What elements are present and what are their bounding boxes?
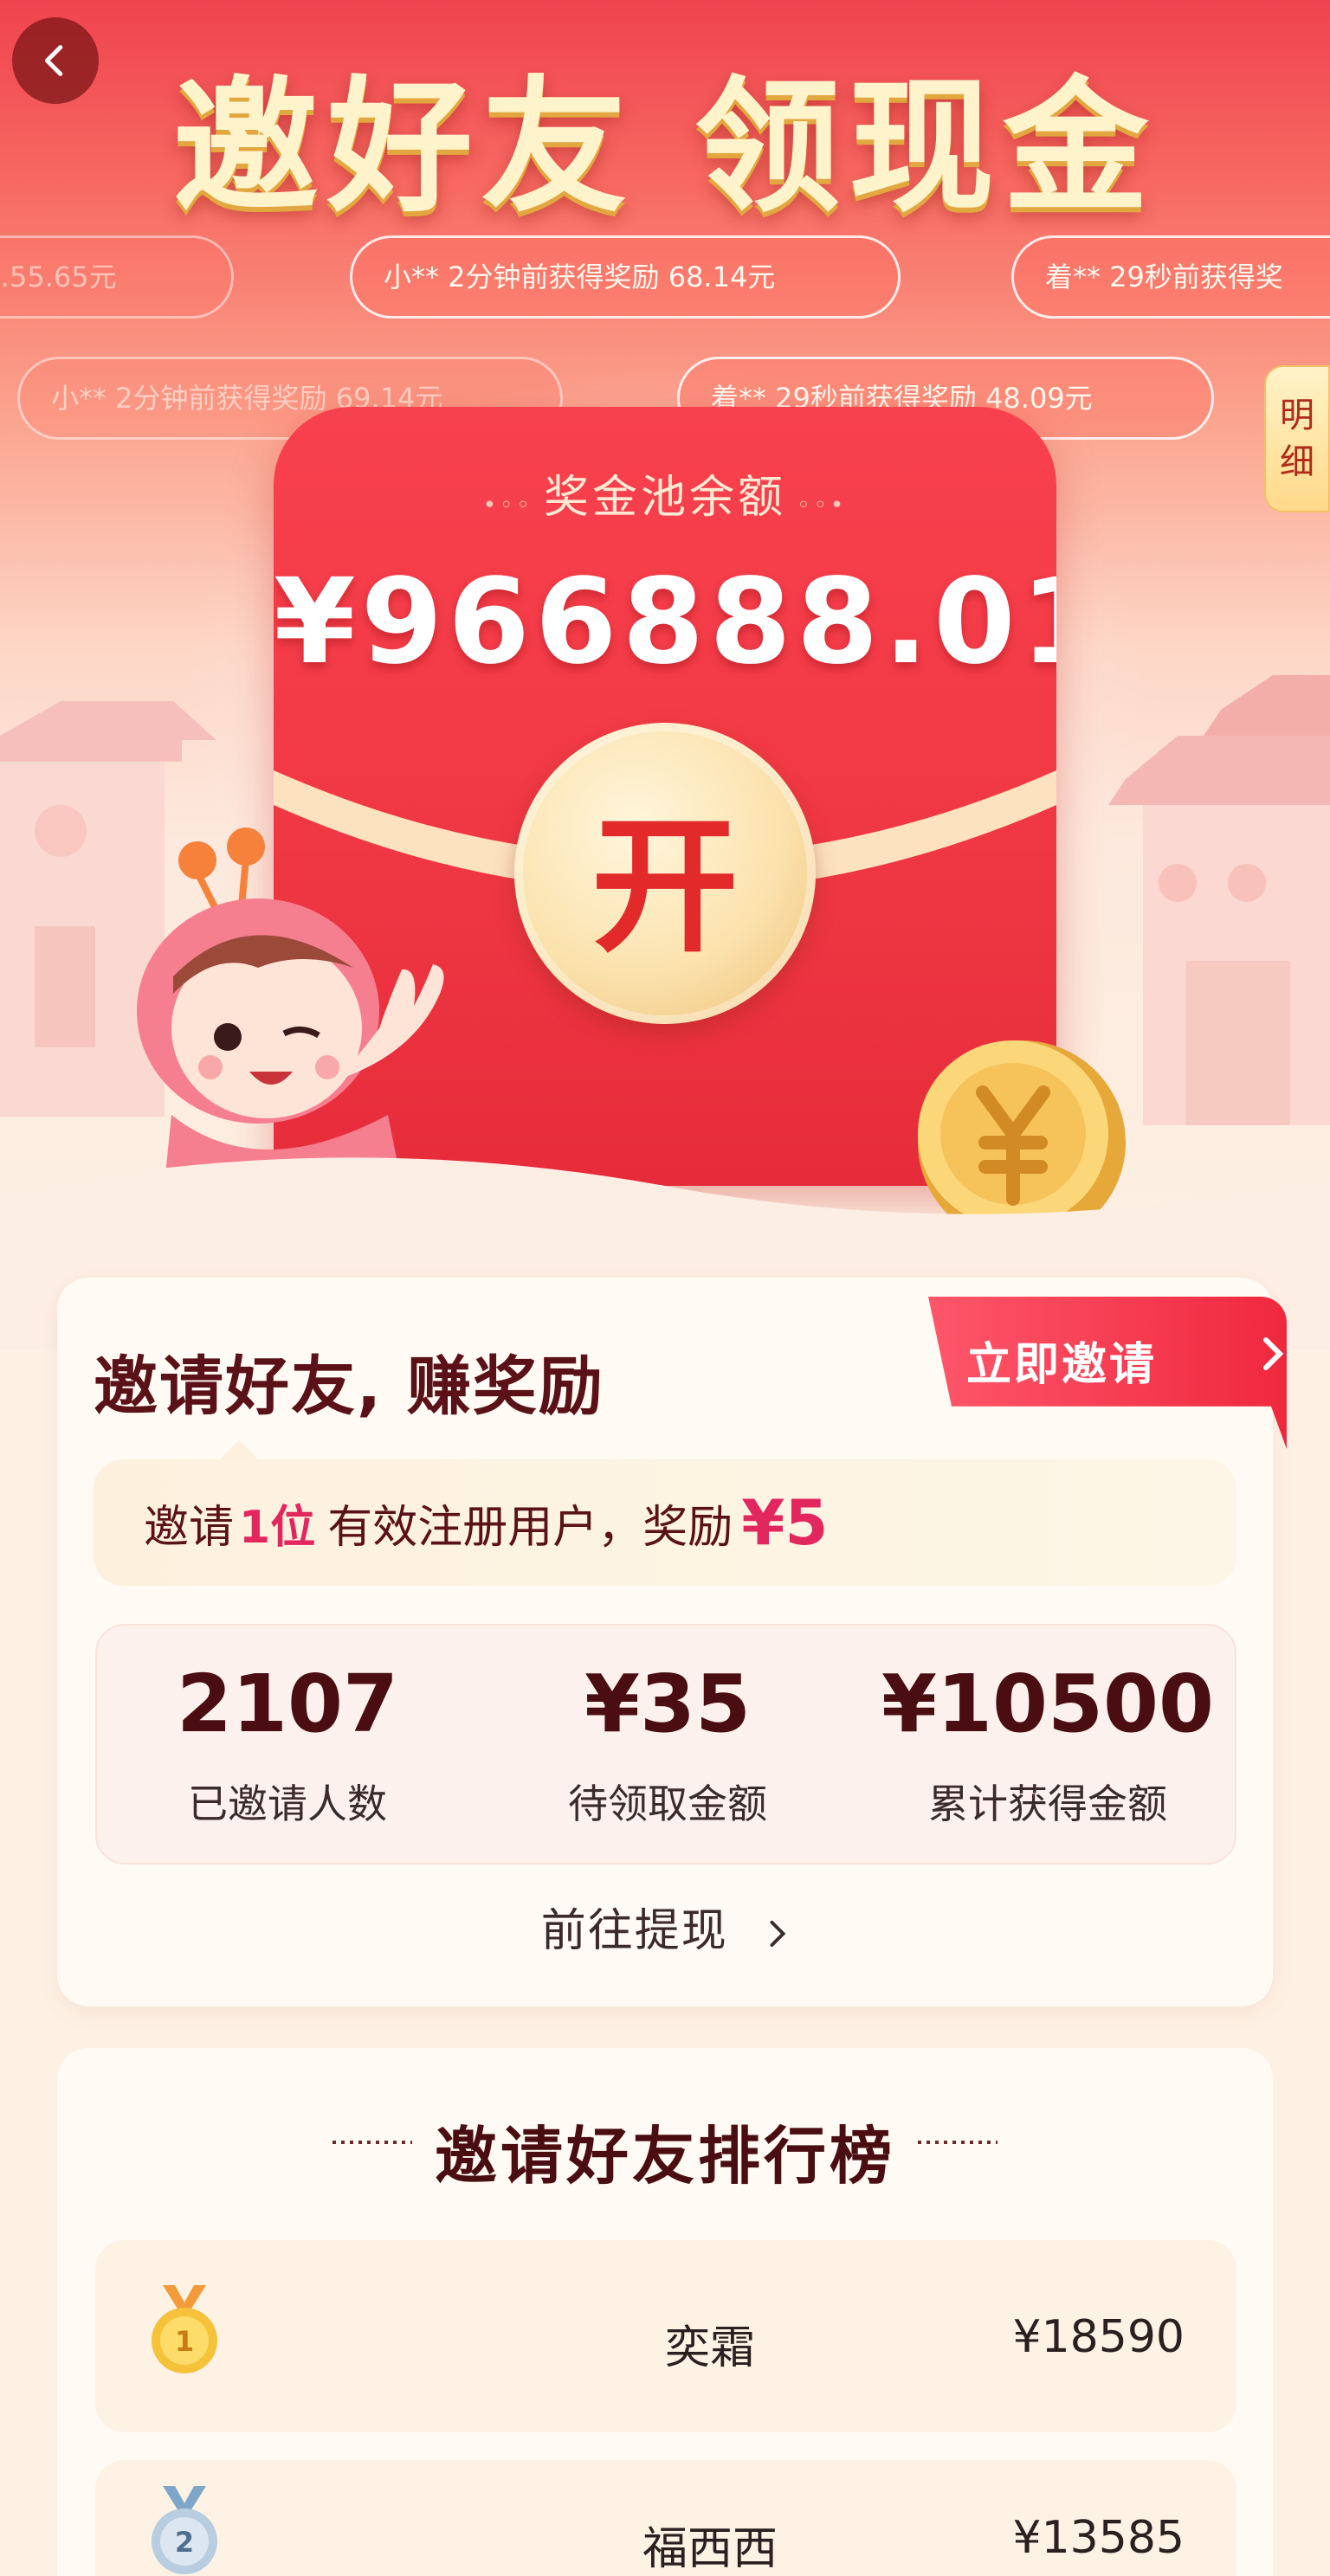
stat-label: 累计获得金额 [928, 1781, 1167, 1827]
reward-ticker: 小** 2分钟前获得奖励 68.14元 [350, 235, 901, 319]
invite-card-title: 邀请好友, 赚奖励 [94, 1349, 604, 1424]
leaderboard-name: 福西西 [642, 2523, 778, 2575]
page-title: 邀好友 领现金 [172, 62, 1158, 232]
details-tab-char: 明 [1280, 396, 1314, 435]
stat-value: 2107 [176, 1658, 399, 1750]
prize-pool-label-text: 奖金池余额 [543, 472, 786, 524]
stat-label: 已邀请人数 [188, 1781, 387, 1827]
reward-rule-middle: 有效注册用户，奖励 [327, 1501, 733, 1554]
gold-medal-icon: 1 [152, 2285, 217, 2373]
stat-total-earned: ¥10500 累计获得金额 [857, 1657, 1238, 1830]
details-tab-char: 细 [1280, 442, 1314, 482]
open-envelope-label: 开 [591, 802, 739, 973]
leaderboard-title: 邀请好友排行榜 [434, 2120, 895, 2193]
reward-rule-amount: ¥5 [741, 1486, 829, 1559]
hero-banner: 邀好友 领现金 …55.65元 小** 2分钟前获得奖励 68.14元 着** … [0, 0, 1330, 1350]
invite-now-label[interactable]: 立即邀请 [966, 1328, 1157, 1393]
decor-dots-icon: ◦◦• [786, 493, 848, 518]
stat-label: 待领取金额 [568, 1781, 767, 1827]
prize-pool-label: •◦◦ 奖金池余额 ◦◦• [274, 460, 1056, 525]
go-withdraw-label: 前往提现 [540, 1905, 728, 1957]
decor-dotted-line [918, 2141, 998, 2144]
decor-dots-icon: •◦◦ [482, 493, 544, 518]
reward-rule-count: 1位 [239, 1501, 316, 1554]
invite-leaderboard: 邀请好友排行榜 1 奕霜 ¥18590 2 福西西 ¥13585 [57, 2048, 1273, 2576]
leaderboard-amount: ¥13585 [1012, 2512, 1185, 2564]
go-withdraw-link[interactable]: 前往提现 [57, 1894, 1273, 1959]
chevron-right-icon [770, 1920, 786, 1948]
details-tab[interactable]: 明 细 [1264, 365, 1330, 512]
invite-page: 邀好友 领现金 …55.65元 小** 2分钟前获得奖励 68.14元 着** … [0, 0, 1330, 2576]
leaderboard-row: 1 奕霜 ¥18590 [95, 2240, 1236, 2432]
reward-ticker: …55.65元 [0, 235, 234, 319]
stat-value: ¥10500 [881, 1658, 1215, 1750]
stat-value: ¥35 [584, 1658, 752, 1750]
prize-pool-amount: ¥966888.01 [274, 554, 1056, 691]
silver-medal-icon: 2 [152, 2486, 217, 2574]
leaderboard-amount: ¥18590 [1012, 2311, 1185, 2363]
reward-rule-prefix: 邀请 [144, 1501, 235, 1554]
medal-rank: 1 [175, 2325, 194, 2358]
reward-ticker: 着** 29秒前获得奖 [1011, 235, 1330, 319]
stat-invited-count: 2107 已邀请人数 [97, 1657, 478, 1830]
invite-reward-card: 邀请好友, 赚奖励 立即邀请 邀请 1位 有效注册用户，奖励 ¥5 2107 已… [57, 1278, 1287, 2006]
medal-rank: 2 [175, 2526, 194, 2559]
leaderboard-name: 奕霜 [664, 2322, 755, 2374]
stat-pending-amount: ¥35 待领取金额 [477, 1657, 858, 1830]
invite-stats-panel: 2107 已邀请人数 ¥35 待领取金额 ¥10500 累计获得金额 [95, 1624, 1236, 1864]
reward-rule-bar: 邀请 1位 有效注册用户，奖励 ¥5 [94, 1440, 1236, 1586]
chevron-right-icon [1263, 1337, 1284, 1370]
leaderboard-row: 2 福西西 ¥13585 [95, 2460, 1236, 2576]
